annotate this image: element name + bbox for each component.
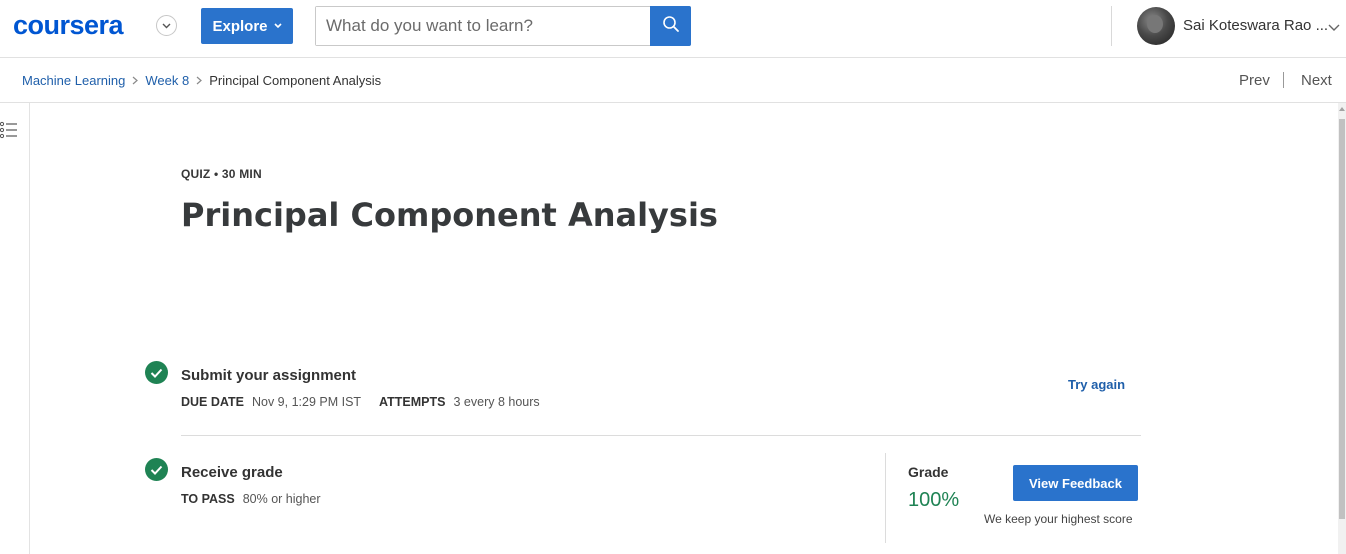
breadcrumb-current: Principal Component Analysis (209, 73, 382, 88)
breadcrumb-machine-learning[interactable]: Machine Learning (22, 73, 125, 88)
receive-meta: TO PASS 80% or higher (181, 492, 321, 506)
submit-meta: DUE DATE Nov 9, 1:29 PM IST ATTEMPTS 3 ever… (181, 395, 540, 409)
chevron-down-icon[interactable] (1327, 19, 1341, 33)
next-link[interactable]: Next (1301, 72, 1332, 89)
item-type-label: QUIZ • 30 MIN (181, 167, 262, 181)
due-date-label: DUE DATE (181, 395, 244, 409)
highest-score-note: We keep your highest score (984, 512, 1133, 526)
page-title: Principal Component Analysis (181, 196, 718, 234)
explore-label: Explore (212, 17, 268, 35)
menu-list-icon[interactable] (0, 121, 18, 141)
receive-grade-title: Receive grade (181, 464, 283, 481)
grade-divider (885, 453, 886, 543)
chevron-right-icon (196, 74, 203, 88)
chevron-right-icon (132, 74, 139, 88)
due-date-value: Nov 9, 1:29 PM IST (251, 395, 362, 409)
user-name[interactable]: Sai Koteswara Rao ... (1183, 17, 1328, 34)
left-rail (0, 103, 30, 554)
scroll-thumb[interactable] (1339, 119, 1345, 519)
try-again-link[interactable]: Try again (1068, 377, 1125, 392)
divider (181, 435, 1141, 436)
attempts-label: ATTEMPTS (379, 395, 446, 409)
grade-label: Grade (908, 464, 949, 480)
search-input[interactable] (316, 7, 652, 45)
search-icon (662, 15, 680, 37)
breadcrumb-bar: Machine Learning Week 8 Principal Compon… (0, 58, 1346, 103)
breadcrumb: Machine Learning Week 8 Principal Compon… (22, 73, 381, 88)
check-circle-icon (145, 361, 168, 384)
submit-assignment-title: Submit your assignment (181, 367, 357, 384)
search-button[interactable] (650, 6, 691, 46)
attempts-value: 3 every 8 hours (453, 395, 540, 409)
to-pass-value: 80% or higher (242, 492, 321, 506)
prev-next-divider (1283, 72, 1284, 88)
check-circle-icon (145, 458, 168, 481)
top-navigation-bar: coursera Explore Sai Koteswara Rao ... (0, 0, 1346, 58)
to-pass-label: TO PASS (181, 492, 235, 506)
chevron-down-icon[interactable] (156, 15, 177, 36)
view-feedback-button[interactable]: View Feedback (1013, 465, 1138, 501)
search-box (315, 6, 691, 46)
header-divider (1111, 6, 1112, 46)
scrollbar[interactable] (1338, 103, 1346, 554)
breadcrumb-week[interactable]: Week 8 (145, 73, 189, 88)
chevron-down-icon (273, 21, 282, 32)
coursera-logo[interactable]: coursera (13, 10, 124, 41)
scroll-up-icon[interactable] (1339, 107, 1345, 111)
grade-value: 100% (908, 489, 960, 511)
explore-button[interactable]: Explore (201, 8, 293, 44)
prev-link[interactable]: Prev (1239, 72, 1270, 89)
avatar[interactable] (1137, 7, 1175, 45)
